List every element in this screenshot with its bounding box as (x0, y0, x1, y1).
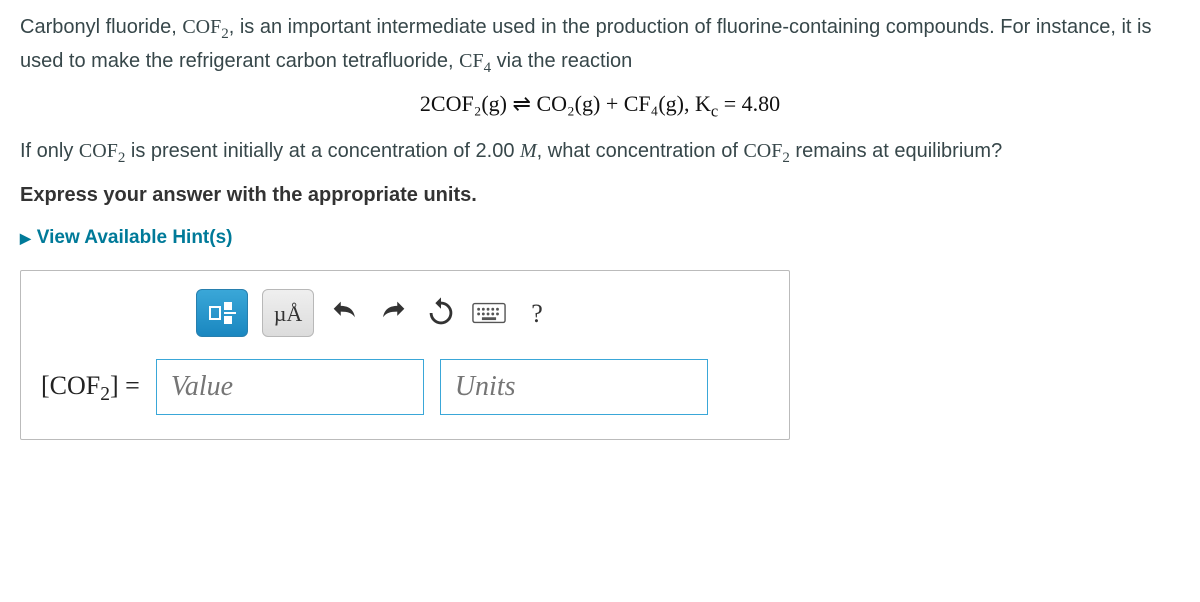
redo-icon (376, 296, 410, 330)
molar: M (520, 140, 537, 162)
reset-button[interactable] (424, 296, 458, 330)
cf4: CF4 (459, 50, 491, 72)
redo-button[interactable] (376, 296, 410, 330)
problem-paragraph-1: Carbonyl fluoride, COF2, is an important… (20, 12, 1180, 79)
view-hints-toggle[interactable]: ▶ View Available Hint(s) (20, 224, 232, 253)
units-input[interactable] (440, 359, 708, 415)
reset-icon (424, 296, 458, 330)
undo-button[interactable] (328, 296, 362, 330)
mu-angstrom-icon: µÅ (274, 297, 303, 330)
answer-inputs: [COF2] = (41, 359, 769, 415)
fraction-template-icon (209, 302, 236, 324)
text: via the reaction (491, 50, 632, 72)
text: remains at equilibrium? (790, 140, 1002, 162)
triangle-right-icon: ▶ (20, 228, 31, 249)
problem-paragraph-2: If only COF2 is present initially at a c… (20, 136, 1180, 170)
text: Carbonyl fluoride, (20, 16, 182, 38)
keyboard-icon (472, 302, 506, 324)
text: , what concentration of (537, 140, 744, 162)
instruction: Express your answer with the appropriate… (20, 180, 1180, 210)
cof2: COF2 (182, 16, 228, 38)
help-button[interactable]: ? (520, 296, 554, 330)
value-input[interactable] (156, 359, 424, 415)
cof2: COF2 (743, 140, 789, 162)
undo-icon (328, 296, 362, 330)
text: is present initially at a concentration … (125, 140, 520, 162)
equation: 2COF₂(g) ⇌ CO₂(g) + CF₄(g), Kc = 4.80 (20, 87, 1180, 124)
toolbar: µÅ ? (196, 289, 769, 337)
hints-label: View Available Hint(s) (37, 224, 233, 253)
keyboard-button[interactable] (472, 296, 506, 330)
template-picker-button[interactable] (196, 289, 248, 337)
cof2: COF2 (79, 140, 125, 162)
answer-box: µÅ ? [COF2] = (20, 270, 790, 440)
text: If only (20, 140, 79, 162)
answer-lhs: [COF2] = (41, 366, 140, 409)
special-chars-button[interactable]: µÅ (262, 289, 314, 337)
